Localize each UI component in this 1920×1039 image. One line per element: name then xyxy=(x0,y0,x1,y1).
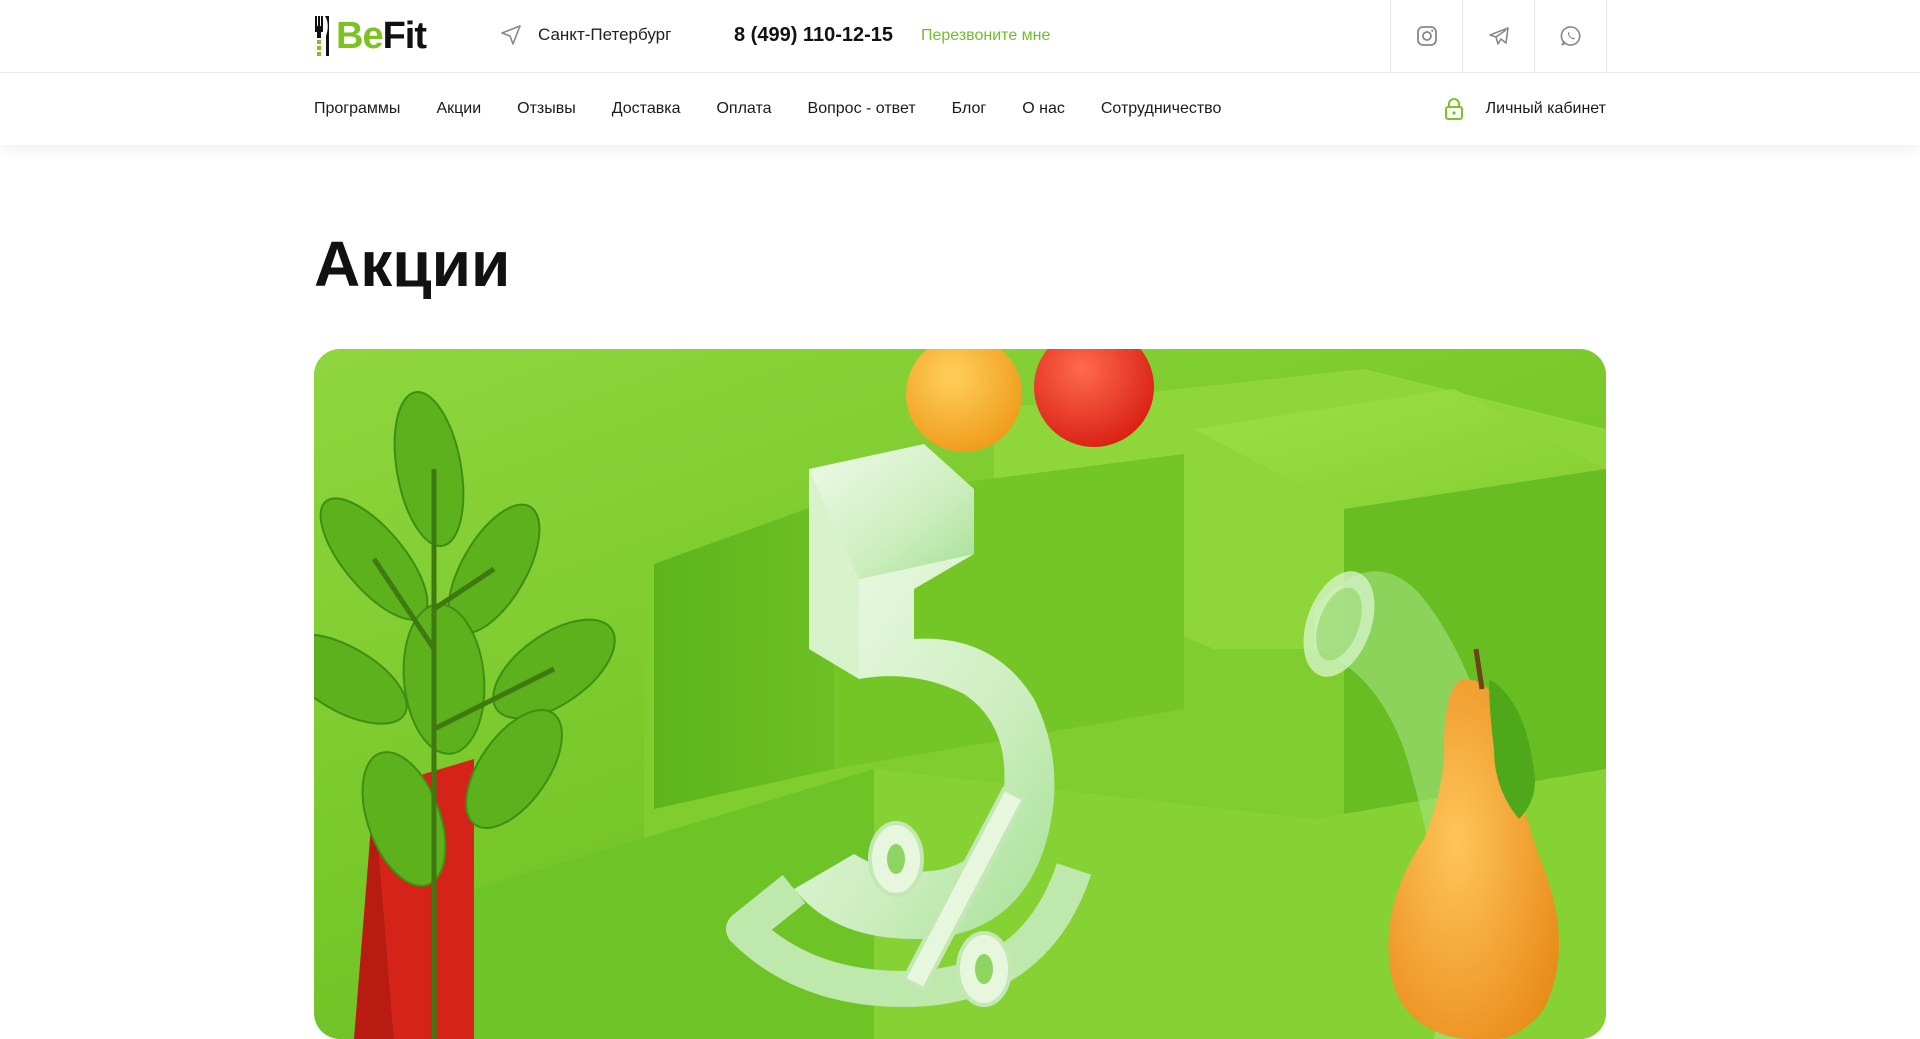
promo-banner[interactable]: 5 % xyxy=(314,349,1606,1039)
nav-item-promotions[interactable]: Акции xyxy=(436,100,481,118)
city-label: Санкт-Петербург xyxy=(538,25,672,44)
callback-link[interactable]: Перезвоните мне xyxy=(921,27,1050,45)
top-bar: BeFit Санкт-Петербург 8 (499) 110-12-15 … xyxy=(0,0,1920,73)
lock-icon xyxy=(1444,98,1463,120)
city-selector[interactable]: Санкт-Петербург xyxy=(500,24,671,46)
account-label: Личный кабинет xyxy=(1485,100,1606,117)
logo-be: Be xyxy=(336,15,384,57)
logo-fit: Fit xyxy=(382,15,427,57)
main-nav: Программы Акции Отзывы Доставка Оплата В… xyxy=(314,73,1257,145)
nav-item-about[interactable]: О нас xyxy=(1022,100,1065,118)
banner-percent: % xyxy=(914,948,915,950)
location-arrow-icon xyxy=(501,25,521,45)
nav-item-blog[interactable]: Блог xyxy=(952,100,987,118)
nav-item-faq[interactable]: Вопрос - ответ xyxy=(808,100,916,118)
page-title: Акции xyxy=(314,228,511,300)
nav-item-delivery[interactable]: Доставка xyxy=(612,100,681,118)
instagram-button[interactable] xyxy=(1390,0,1462,72)
nav-bar: Программы Акции Отзывы Доставка Оплата В… xyxy=(0,73,1920,145)
whatsapp-icon xyxy=(1560,26,1580,46)
telegram-icon xyxy=(1488,27,1509,45)
nav-item-partnership[interactable]: Сотрудничество xyxy=(1101,100,1222,118)
nav-item-programs[interactable]: Программы xyxy=(314,100,400,118)
promo-illustration: 5 % xyxy=(314,349,1606,1039)
telegram-button[interactable] xyxy=(1462,0,1534,72)
nav-item-reviews[interactable]: Отзывы xyxy=(517,100,576,118)
account-link[interactable]: Личный кабинет xyxy=(1444,73,1606,145)
fork-knife-logo-icon xyxy=(315,16,329,56)
social-links xyxy=(1390,0,1607,72)
phone-number[interactable]: 8 (499) 110-12-15 xyxy=(734,24,893,47)
nav-item-payment[interactable]: Оплата xyxy=(716,100,771,118)
instagram-icon xyxy=(1416,26,1437,46)
whatsapp-button[interactable] xyxy=(1534,0,1607,72)
logo[interactable]: BeFit xyxy=(314,13,427,59)
